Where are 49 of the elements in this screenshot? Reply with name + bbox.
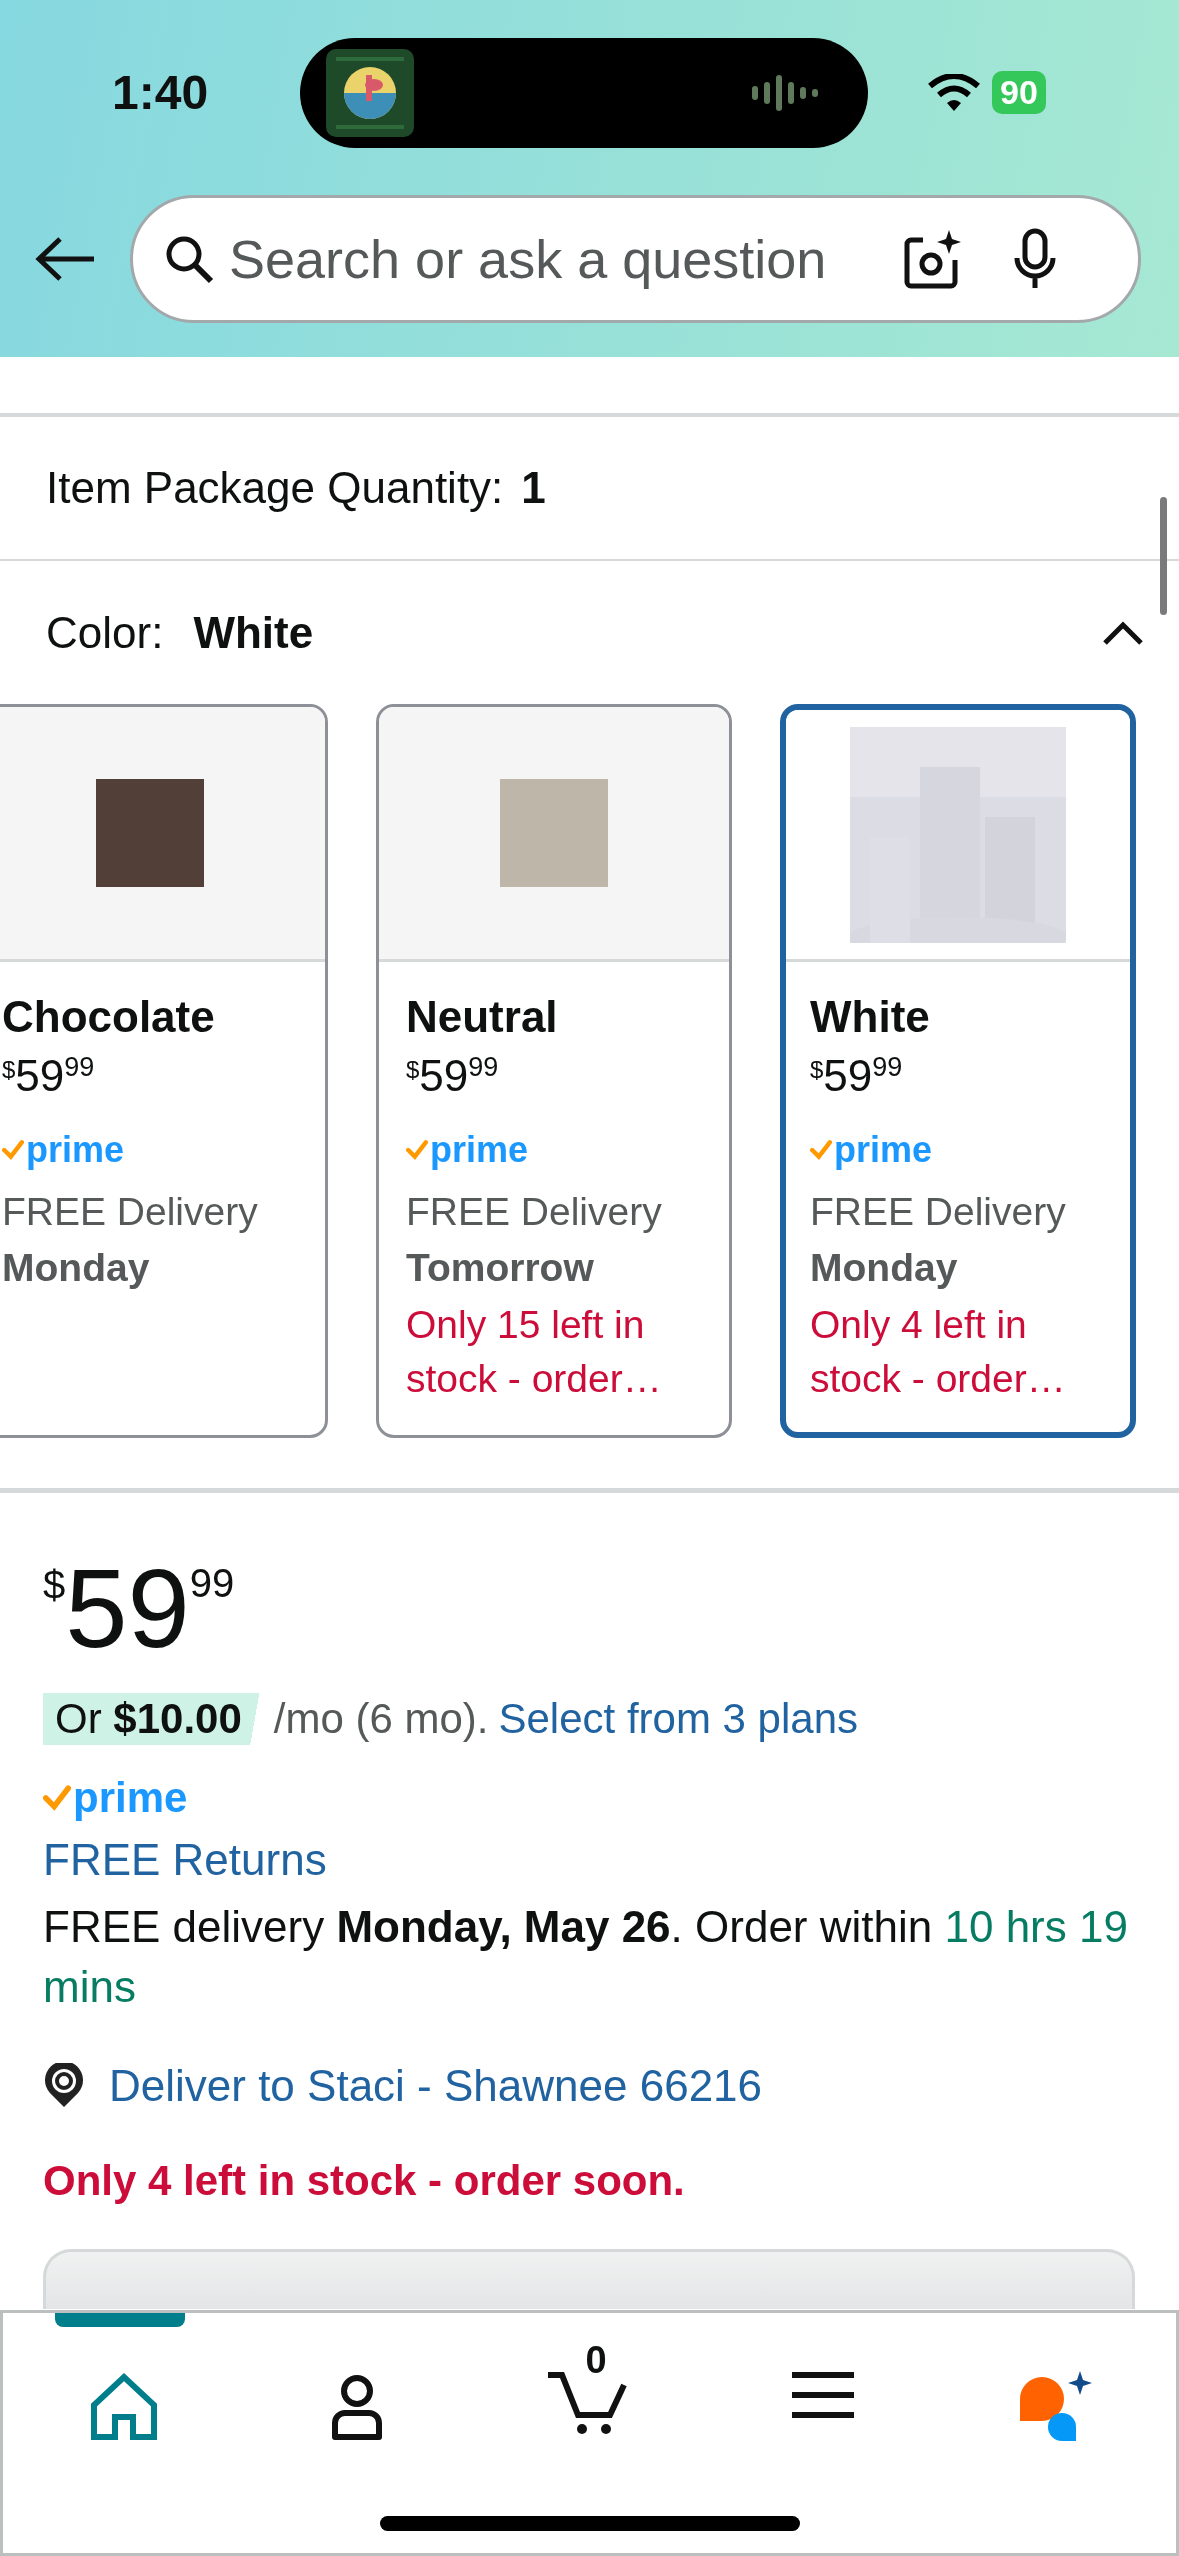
delivery-label: FREE Delivery bbox=[810, 1189, 1067, 1235]
location-pin-icon bbox=[43, 2063, 85, 2109]
clock-time: 1:40 bbox=[112, 65, 210, 120]
delivery-label: FREE Delivery bbox=[406, 1189, 663, 1235]
prime-logo: prime bbox=[2, 1128, 325, 1172]
delivery-text: FREE delivery Monday, May 26. Order within 10 hrs 19 mins bbox=[43, 1901, 1129, 2013]
color-label: Color: bbox=[46, 607, 164, 658]
option-name: Neutral bbox=[406, 991, 559, 1043]
currency-symbol: $ bbox=[406, 1056, 420, 1083]
currency-symbol: $ bbox=[810, 1056, 824, 1083]
delivery-day: Tomorrow bbox=[406, 1238, 729, 1298]
stock-warning: Only 4 left in stock - order soon. bbox=[43, 2157, 685, 2205]
option-price-cents: 99 bbox=[64, 1052, 95, 1083]
cart-count: 0 bbox=[585, 2339, 607, 2382]
battery-indicator: 90 bbox=[992, 71, 1046, 114]
option-name: White bbox=[810, 991, 931, 1043]
prime-logo: prime bbox=[43, 1771, 188, 1825]
option-price-whole: 59 bbox=[823, 1050, 873, 1102]
delivery-day: Monday bbox=[810, 1238, 1130, 1298]
quantity-value: 1 bbox=[521, 463, 546, 513]
search-input[interactable]: Search or ask a question bbox=[229, 228, 889, 290]
financing-terms: /mo (6 mo). bbox=[273, 1695, 489, 1743]
back-arrow-icon[interactable] bbox=[34, 236, 96, 282]
nav-tab[interactable]: 0 bbox=[473, 2313, 706, 2553]
plans-link[interactable]: Select from 3 plans bbox=[498, 1695, 858, 1743]
stock-warning: Only 15 left in stock - order… bbox=[406, 1302, 663, 1402]
microphone-icon[interactable] bbox=[1013, 228, 1057, 290]
option-price-whole: 59 bbox=[419, 1050, 469, 1102]
returns-link[interactable]: FREE Returns bbox=[43, 1835, 327, 1885]
price-whole: 59 bbox=[65, 1549, 190, 1669]
deliver-to-link[interactable]: Deliver to Staci - Shawnee 66216 bbox=[109, 2061, 763, 2111]
delivery-label: FREE Delivery bbox=[2, 1189, 259, 1235]
price-cents: 99 bbox=[189, 1561, 235, 1606]
currency-symbol: $ bbox=[43, 1563, 66, 1607]
prime-logo: prime bbox=[810, 1128, 1130, 1172]
search-field[interactable]: Search or ask a question bbox=[130, 195, 1141, 323]
color-value: White bbox=[193, 607, 315, 658]
delivery-day: Monday bbox=[2, 1238, 325, 1298]
option-price-cents: 99 bbox=[468, 1052, 499, 1083]
wifi-icon bbox=[928, 73, 980, 112]
option-name: Chocolate bbox=[2, 991, 216, 1043]
option-price-cents: 99 bbox=[872, 1052, 903, 1083]
menu-icon bbox=[791, 2371, 854, 2419]
waveform-icon bbox=[752, 72, 818, 113]
option-price-whole: 59 bbox=[15, 1050, 65, 1102]
prime-logo: prime bbox=[406, 1128, 729, 1172]
currency-symbol: $ bbox=[2, 1056, 16, 1083]
quantity-label: Item Package Quantity: bbox=[46, 463, 504, 513]
stock-warning: Only 4 left in stock - order… bbox=[810, 1302, 1067, 1402]
